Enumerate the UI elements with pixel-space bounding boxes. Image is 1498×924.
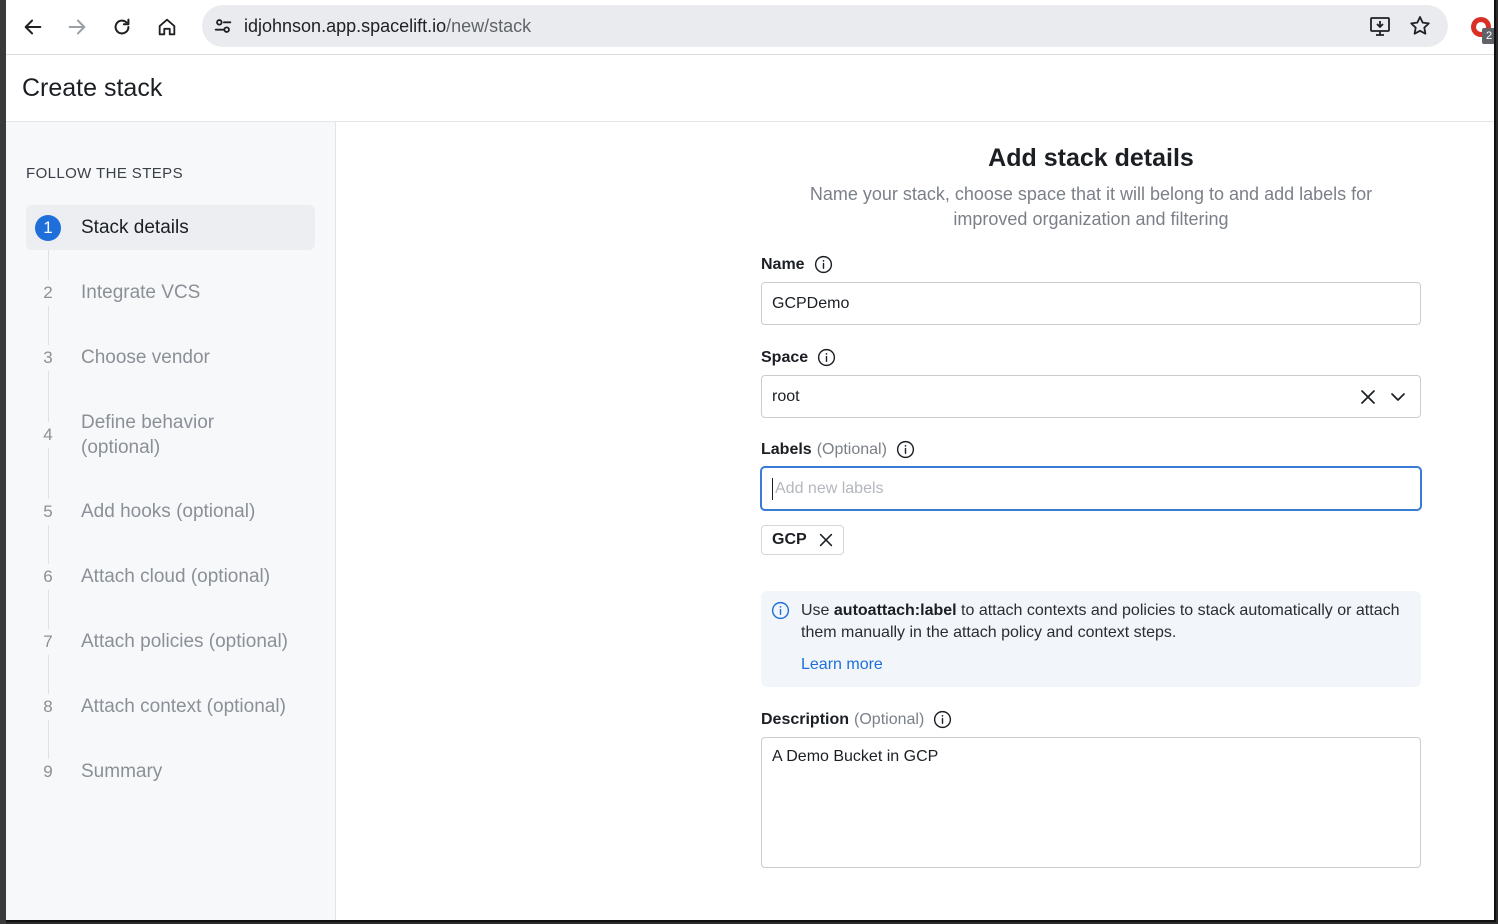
label-tag: GCP: [761, 525, 844, 555]
arrow-left-icon: [24, 19, 42, 35]
space-select-value: root: [772, 387, 800, 405]
labels-label: Labels (Optional): [761, 440, 915, 459]
back-button[interactable]: [14, 8, 52, 46]
chevron-down-icon[interactable]: [1388, 387, 1408, 407]
step-number: 9: [35, 758, 61, 785]
steps-sidebar: FOLLOW THE STEPS 1 Stack details 2 Integ…: [6, 122, 336, 920]
labels-label-text: Labels: [761, 440, 812, 458]
labels-input[interactable]: Add new labels: [761, 467, 1421, 510]
bookmark-star-icon[interactable]: [1408, 14, 1432, 38]
step-attach-policies[interactable]: 7 Attach policies (optional): [26, 619, 315, 664]
forward-button[interactable]: [58, 8, 96, 46]
description-textarea[interactable]: A Demo Bucket in GCP: [761, 737, 1421, 868]
info-icon: [771, 601, 790, 620]
space-label: Space: [761, 348, 836, 367]
arrow-right-icon: [68, 19, 86, 35]
remove-tag-icon[interactable]: [817, 531, 835, 549]
callout-text: Use autoattach:label to attach contexts …: [801, 600, 1401, 644]
url-text: idjohnson.app.spacelift.io/new/stack: [244, 16, 531, 37]
step-number: 3: [35, 344, 61, 371]
name-input[interactable]: GCPDemo: [761, 282, 1421, 325]
browser-toolbar: idjohnson.app.spacelift.io/new/stack 2: [6, 0, 1494, 55]
step-number: 5: [35, 498, 61, 525]
clear-icon[interactable]: [1358, 387, 1378, 407]
step-define-behavior[interactable]: 4 Define behavior (optional): [26, 407, 315, 462]
url-path: /new/stack: [446, 16, 532, 36]
step-attach-context[interactable]: 8 Attach context (optional): [26, 684, 315, 729]
label-tag-text: GCP: [772, 531, 807, 548]
url-host: idjohnson.app.spacelift.io: [244, 16, 447, 36]
description-optional-text: (Optional): [854, 710, 925, 728]
text-caret: [772, 477, 773, 500]
callout-keyword: autoattach:label: [833, 602, 957, 619]
page-title: Create stack: [22, 74, 163, 102]
form-title: Add stack details: [988, 144, 1194, 172]
step-number: 6: [35, 563, 61, 590]
name-label: Name: [761, 255, 833, 274]
step-label: Integrate VCS: [81, 282, 201, 303]
step-label: Stack details: [81, 217, 189, 238]
step-label: Add hooks (optional): [81, 501, 256, 522]
reload-icon: [114, 18, 130, 35]
step-label: Attach cloud (optional): [81, 566, 271, 587]
step-label: Attach context (optional): [81, 696, 286, 717]
autoattach-callout: Use autoattach:label to attach contexts …: [761, 591, 1421, 687]
labels-optional-text: (Optional): [816, 440, 887, 458]
reload-button[interactable]: [103, 8, 141, 46]
step-integrate-vcs[interactable]: 2 Integrate VCS: [26, 270, 315, 315]
step-label: Summary: [81, 761, 163, 782]
install-app-icon[interactable]: [1368, 14, 1392, 38]
info-icon[interactable]: [933, 710, 952, 729]
step-stack-details[interactable]: 1 Stack details: [26, 205, 315, 250]
form-subtitle: Name your stack, choose space that it wi…: [809, 184, 1373, 229]
step-label: Define behavior (optional): [81, 411, 215, 458]
space-select[interactable]: root: [761, 375, 1421, 418]
browser-window: idjohnson.app.spacelift.io/new/stack 2 C…: [6, 0, 1496, 922]
extension-badge: 2: [1482, 28, 1494, 44]
description-label: Description (Optional): [761, 710, 952, 729]
step-number: 4: [35, 421, 61, 448]
steps-heading: FOLLOW THE STEPS: [26, 165, 183, 182]
info-icon[interactable]: [814, 255, 833, 274]
step-summary[interactable]: 9 Summary: [26, 749, 315, 794]
info-icon[interactable]: [896, 440, 915, 459]
callout-prefix: Use: [801, 602, 834, 619]
step-choose-vendor[interactable]: 3 Choose vendor: [26, 335, 315, 380]
step-number: 1: [35, 214, 61, 241]
step-label: Attach policies (optional): [81, 631, 288, 652]
description-value: A Demo Bucket in GCP: [772, 748, 939, 765]
step-add-hooks[interactable]: 5 Add hooks (optional): [26, 489, 315, 534]
learn-more-link[interactable]: Learn more: [801, 656, 883, 674]
page-header: Create stack: [6, 56, 1494, 122]
home-button[interactable]: [148, 8, 186, 46]
name-label-text: Name: [761, 255, 805, 273]
step-label: Choose vendor: [81, 347, 210, 368]
name-input-value: GCPDemo: [772, 294, 850, 312]
info-icon[interactable]: [817, 348, 836, 367]
space-label-text: Space: [761, 348, 809, 366]
step-attach-cloud[interactable]: 6 Attach cloud (optional): [26, 554, 315, 599]
step-number: 7: [35, 628, 61, 655]
step-number: 8: [35, 693, 61, 720]
home-icon: [158, 18, 176, 36]
labels-input-placeholder: Add new labels: [775, 479, 884, 497]
description-label-text: Description: [761, 710, 850, 728]
step-number: 2: [35, 279, 61, 306]
address-bar[interactable]: idjohnson.app.spacelift.io/new/stack: [202, 5, 1448, 47]
site-settings-icon[interactable]: [212, 15, 234, 37]
main-content: Add stack details Name your stack, choos…: [337, 122, 1494, 920]
